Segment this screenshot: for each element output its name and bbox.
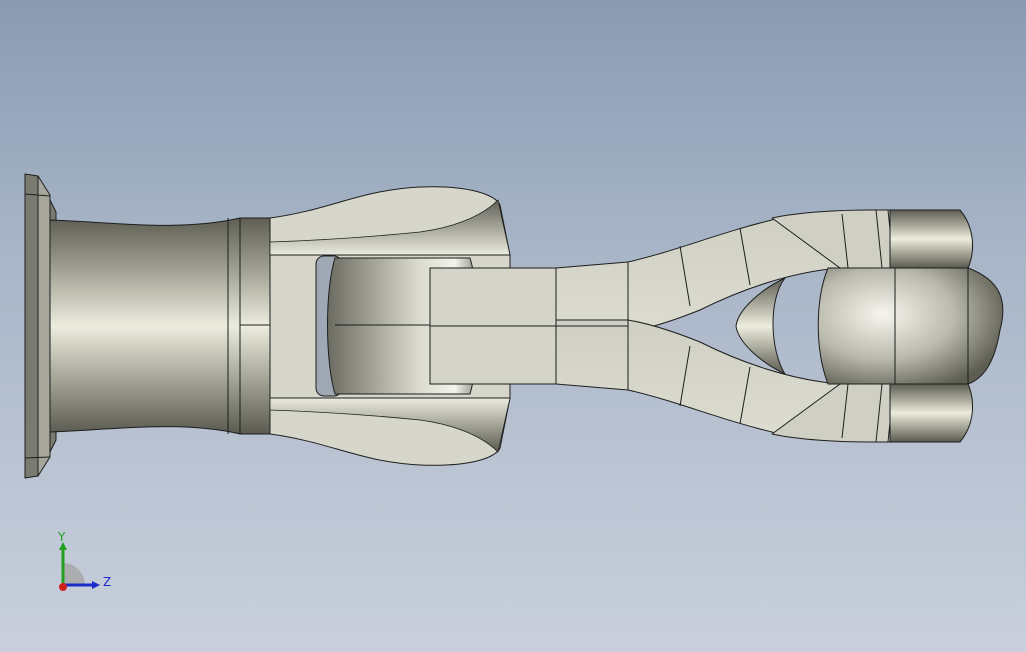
z-axis-arrowhead xyxy=(92,581,100,589)
fork-opening xyxy=(735,277,786,375)
base-waist[interactable] xyxy=(49,217,241,435)
triad-plane-icon xyxy=(63,563,85,585)
wrist-ball-joint[interactable] xyxy=(817,267,1004,385)
x-axis-dot xyxy=(59,583,67,591)
z-axis-label: Z xyxy=(103,575,112,589)
cad-viewport[interactable]: Y Z xyxy=(0,0,1026,652)
view-orientation-triad: Y Z xyxy=(50,530,120,600)
y-axis-label: Y xyxy=(58,530,66,544)
robot-arm-model[interactable] xyxy=(0,0,1026,652)
